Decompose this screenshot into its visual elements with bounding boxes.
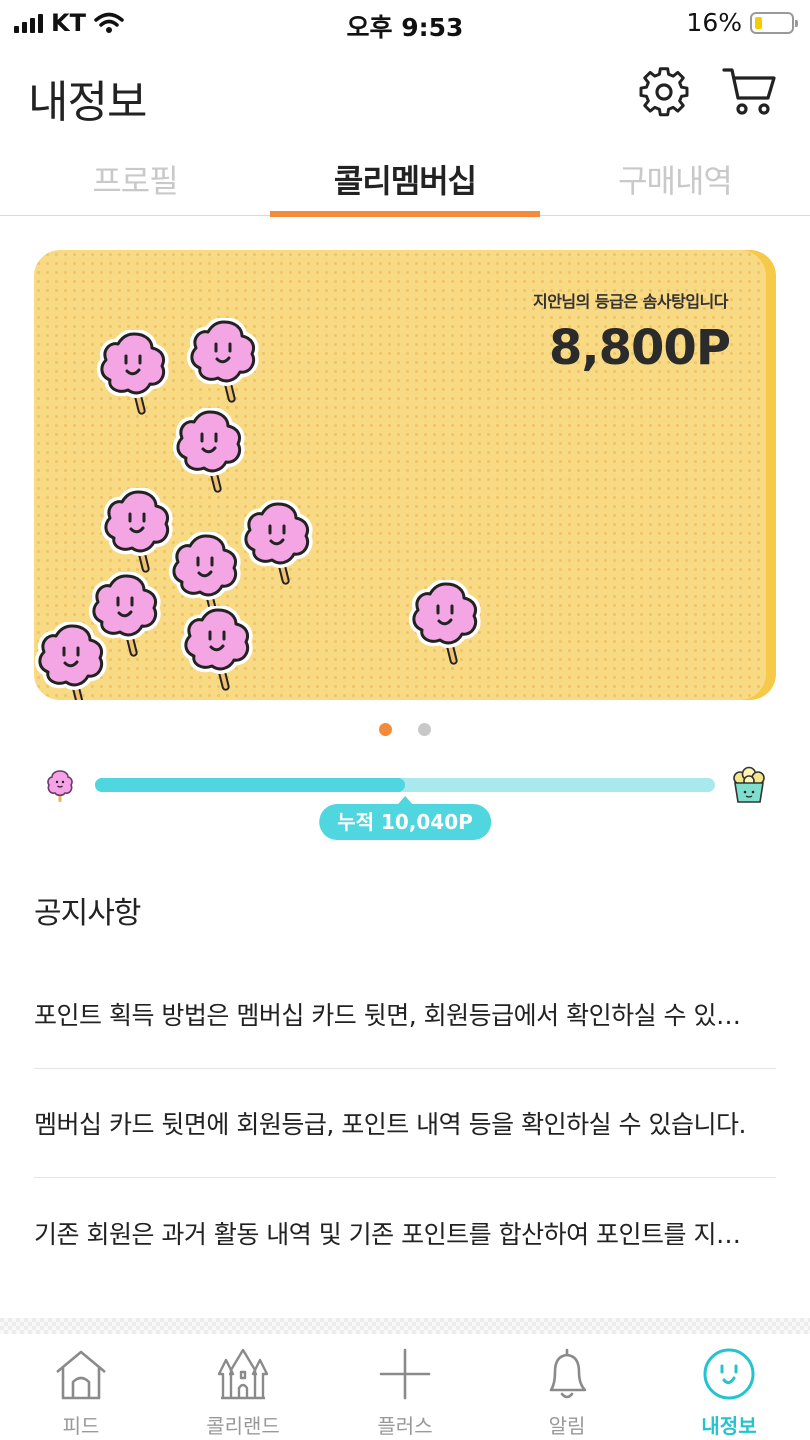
notice-item[interactable]: 멤버십 카드 뒷면에 회원등급, 포인트 내역 등을 확인하실 수 있습니다. (34, 1069, 776, 1178)
nav-label: 피드 (62, 1414, 100, 1438)
nav-colliland[interactable]: 콜리랜드 (162, 1334, 324, 1440)
notice-text: 포인트 획득 방법은 멤버십 카드 뒷면, 회원등급에서 확인하실 수 있… (34, 1001, 741, 1030)
progress-fill (95, 778, 405, 792)
card-face: 지안님의 등급은 솜사탕입니다 8,800P (34, 250, 766, 700)
gear-icon[interactable] (634, 62, 694, 122)
house-icon (56, 1350, 106, 1400)
notice-item[interactable]: 기존 회원은 과거 활동 내역 및 기존 포인트를 합산하여 포인트를 지… (34, 1178, 776, 1287)
nav-plus[interactable]: 플러스 (324, 1334, 486, 1440)
nav-label: 내정보 (701, 1414, 757, 1438)
nav-feed[interactable]: 피드 (0, 1334, 162, 1440)
notice-section-title: 공지사항 (34, 896, 141, 931)
page-title: 내정보 (28, 77, 147, 128)
bottom-nav: 피드 콜리랜드 플러스 알림 내정보 (0, 1334, 810, 1440)
popcorn-icon (733, 766, 765, 803)
cotton-candy-sticker (34, 622, 107, 700)
smile-icon (703, 1348, 755, 1400)
accumulated-points-badge: 누적 10,040P (319, 796, 491, 840)
app-header: 내정보 (0, 44, 810, 140)
notice-text: 기존 회원은 과거 활동 내역 및 기존 포인트를 합산하여 포인트를 지… (34, 1219, 741, 1249)
cotton-candy-sticker (408, 580, 481, 665)
cotton-candy-sticker (180, 606, 253, 691)
progress-track[interactable] (95, 778, 715, 792)
cotton-candy-sticker (240, 500, 313, 585)
notice-item[interactable]: 포인트 획득 방법은 멤버십 카드 뒷면, 회원등급에서 확인하실 수 있… (34, 960, 776, 1069)
cart-icon[interactable] (720, 62, 780, 122)
status-right: 16% (686, 8, 798, 37)
notice-list: 포인트 획득 방법은 멤버십 카드 뒷면, 회원등급에서 확인하실 수 있… 멤… (34, 960, 776, 1287)
membership-tabs: 프로필 콜리멤버십 구매내역 (0, 142, 810, 217)
card-pager (0, 723, 810, 736)
cotton-candy-sticker (96, 330, 169, 415)
battery-percent: 16% (686, 8, 742, 37)
nav-label: 플러스 (377, 1414, 433, 1438)
pager-dot-2[interactable] (418, 723, 431, 736)
plus-icon (379, 1348, 431, 1400)
tab-membership[interactable]: 콜리멤버십 (270, 142, 540, 217)
castle-icon (217, 1348, 269, 1400)
cotton-candy-icon (47, 770, 73, 802)
cotton-candy-sticker (186, 318, 259, 403)
nav-notifications[interactable]: 알림 (486, 1334, 648, 1440)
tabbar-divider (0, 1318, 810, 1334)
pager-dot-1[interactable] (379, 723, 392, 736)
status-bar: KT 오후 9:53 16% (0, 0, 810, 44)
nav-my-info[interactable]: 내정보 (648, 1334, 810, 1440)
points-value: 8,800P (548, 320, 731, 376)
notice-text: 멤버십 카드 뒷면에 회원등급, 포인트 내역 등을 확인하실 수 있습니다. (34, 1110, 746, 1139)
nav-label: 콜리랜드 (206, 1414, 280, 1438)
grade-progress: 누적 10,040P (0, 760, 810, 850)
grade-text: 지안님의 등급은 솜사탕입니다 (532, 292, 729, 311)
battery-icon (750, 11, 798, 34)
bell-icon (549, 1348, 587, 1399)
nav-label: 알림 (548, 1414, 586, 1438)
membership-card[interactable]: 지안님의 등급은 솜사탕입니다 8,800P (34, 250, 776, 700)
cotton-candy-sticker (100, 488, 173, 573)
tab-profile[interactable]: 프로필 (0, 142, 270, 216)
tab-purchase-history[interactable]: 구매내역 (540, 142, 810, 216)
cotton-candy-sticker (172, 408, 245, 493)
